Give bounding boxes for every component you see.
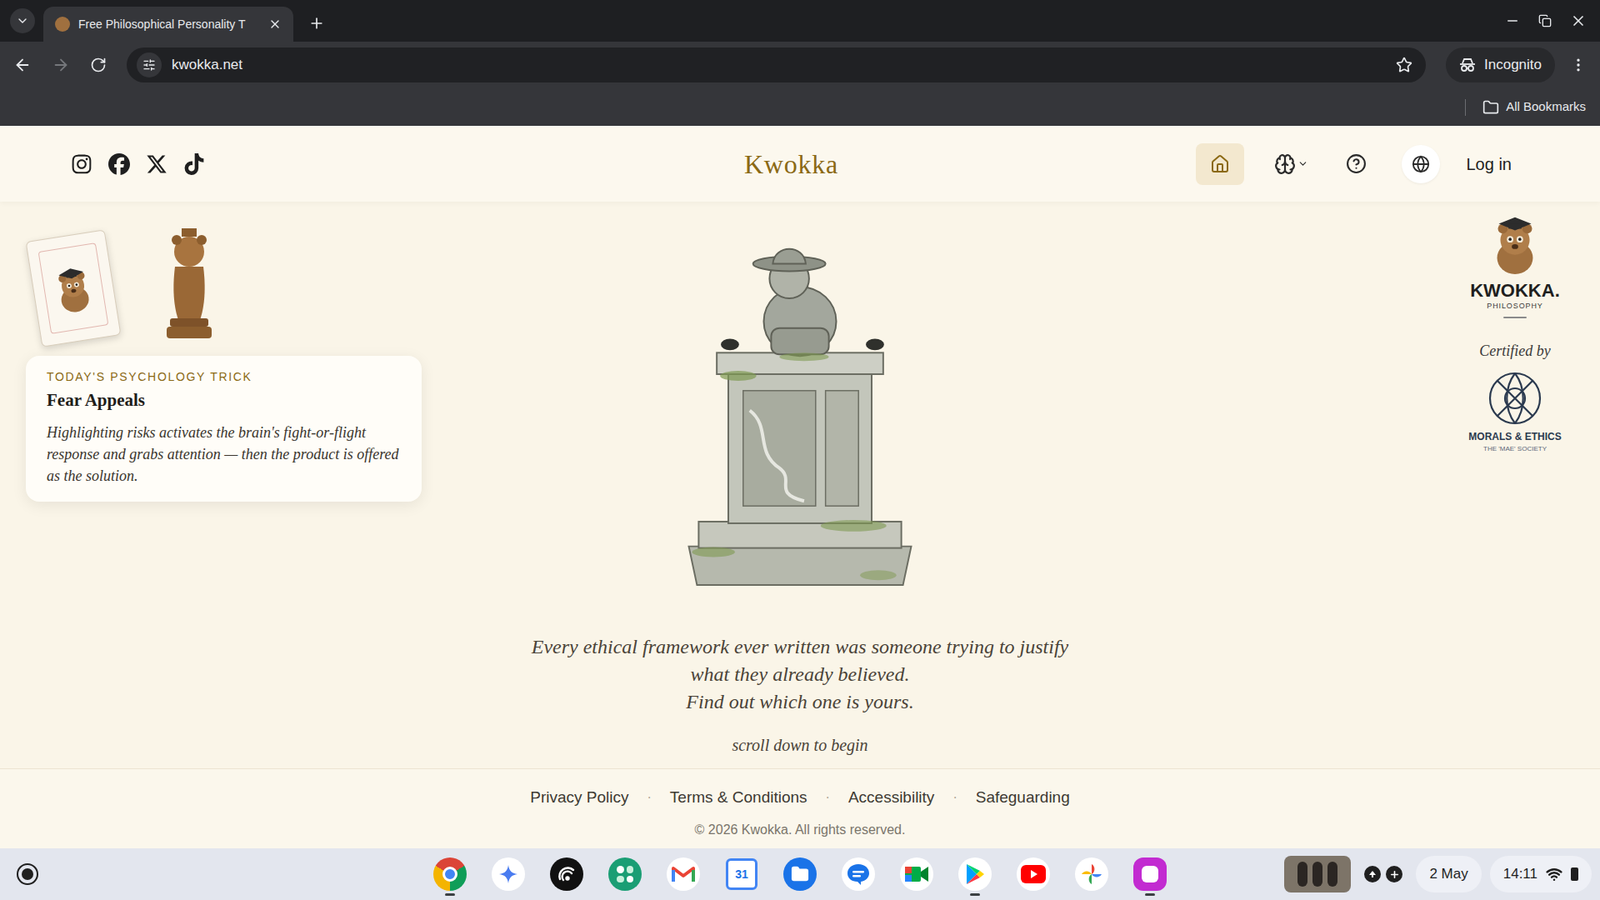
footer-separator: · bbox=[647, 787, 652, 808]
play-app-icon[interactable] bbox=[955, 851, 995, 897]
trick-body: Highlighting risks activates the brain's… bbox=[46, 421, 401, 487]
incognito-label: Incognito bbox=[1484, 54, 1542, 76]
question-icon bbox=[1345, 153, 1367, 175]
philosophy-menu-button[interactable] bbox=[1270, 143, 1312, 185]
footer-separator: · bbox=[825, 787, 830, 808]
society-subtitle: THE 'MAE' SOCIETY bbox=[1483, 444, 1547, 455]
files-app-icon[interactable] bbox=[780, 851, 820, 897]
clock: 14:11 bbox=[1503, 863, 1538, 885]
web-page: Kwokka Log in TODAY'S PSYCHOLOGY TRICKFear… bbox=[0, 125, 1600, 849]
photos-app-icon[interactable] bbox=[1071, 851, 1112, 897]
psychology-trick-card: TODAY'S PSYCHOLOGY TRICKFear Appeals High… bbox=[25, 355, 422, 502]
all-bookmarks-button[interactable]: All Bookmarks bbox=[1482, 97, 1586, 117]
trick-title: Fear Appeals bbox=[46, 387, 401, 415]
footer-separator: · bbox=[952, 787, 957, 808]
tab-strip: Free Philosophical Personality T bbox=[0, 0, 1600, 42]
bookmark-star-icon[interactable] bbox=[1395, 56, 1413, 74]
upload-status-icon[interactable] bbox=[1364, 865, 1381, 883]
gmail-app-icon[interactable] bbox=[663, 851, 704, 897]
certification-badge: KWOKKA.PHILOSOPHY Certified by MORALS & ET… bbox=[1460, 210, 1570, 769]
playing-card-illustration bbox=[25, 229, 122, 347]
help-button[interactable] bbox=[1338, 143, 1375, 185]
incognito-icon bbox=[1459, 57, 1476, 73]
chrome-app-icon[interactable] bbox=[430, 851, 470, 897]
close-tab-icon[interactable] bbox=[268, 17, 282, 31]
back-icon[interactable] bbox=[13, 55, 32, 75]
launcher-button[interactable] bbox=[16, 863, 39, 885]
site-settings-icon[interactable] bbox=[142, 58, 156, 72]
chess-king-illustration bbox=[163, 226, 215, 342]
instagram-icon[interactable] bbox=[70, 153, 93, 175]
incognito-badge[interactable]: Incognito bbox=[1445, 47, 1555, 83]
holding-space-thumbnail[interactable] bbox=[1284, 855, 1351, 893]
menu-icon[interactable] bbox=[1570, 56, 1587, 74]
canvas-app-icon[interactable] bbox=[1130, 851, 1170, 897]
globe-icon bbox=[1411, 155, 1430, 174]
society-name: MORALS & ETHICS bbox=[1468, 429, 1561, 445]
footer-link[interactable]: Accessibility bbox=[848, 785, 935, 810]
quokka-mascot-icon bbox=[1482, 210, 1548, 276]
browser-tab[interactable]: Free Philosophical Personality T bbox=[43, 6, 294, 42]
tab-title: Free Philosophical Personality T bbox=[78, 15, 260, 34]
calendar-app-icon[interactable]: 31 bbox=[721, 851, 762, 897]
tagline: Every ethical framework ever written was… bbox=[531, 633, 1070, 716]
site-title[interactable]: Kwokka bbox=[744, 144, 839, 185]
bookmarks-bar: All Bookmarks bbox=[0, 88, 1600, 126]
wifi-icon bbox=[1545, 865, 1563, 883]
forward-icon[interactable] bbox=[51, 55, 70, 75]
open-indicator bbox=[970, 893, 980, 896]
tiktok-icon[interactable] bbox=[183, 153, 205, 175]
apps-app-icon[interactable] bbox=[605, 851, 645, 897]
open-indicator bbox=[1145, 893, 1155, 896]
facebook-icon[interactable] bbox=[108, 153, 130, 175]
chevron-down-icon bbox=[1297, 158, 1309, 170]
language-button[interactable] bbox=[1401, 145, 1440, 184]
gemini-app-icon[interactable] bbox=[488, 851, 529, 897]
restore-icon[interactable] bbox=[1538, 14, 1552, 28]
brain-icon bbox=[1274, 153, 1296, 175]
reload-icon[interactable] bbox=[90, 56, 107, 74]
close-window-icon[interactable] bbox=[1570, 12, 1587, 30]
brand-name: KWOKKA. bbox=[1470, 280, 1560, 301]
site-footer: Privacy Policy · Terms & Conditions · Access… bbox=[0, 768, 1600, 849]
footer-link[interactable]: Privacy Policy bbox=[530, 785, 629, 810]
footer-link[interactable]: Terms & Conditions bbox=[670, 785, 808, 810]
battery-icon bbox=[1570, 867, 1579, 881]
date-pill[interactable]: 2 May bbox=[1415, 855, 1481, 893]
society-logo-icon bbox=[1487, 370, 1543, 426]
folder-icon bbox=[1482, 99, 1500, 116]
certified-by: Certified by bbox=[1479, 340, 1550, 363]
browser-toolbar: kwokka.net Incognito bbox=[0, 41, 1600, 89]
x-icon[interactable] bbox=[145, 153, 168, 175]
scroll-hint[interactable]: scroll down to begin bbox=[731, 732, 868, 758]
messages-app-icon[interactable] bbox=[838, 851, 879, 897]
open-indicator bbox=[445, 893, 455, 896]
add-status-icon[interactable] bbox=[1385, 865, 1403, 883]
favicon-icon bbox=[55, 16, 70, 32]
screen: Free Philosophical Personality T kwokka.n… bbox=[0, 0, 1600, 900]
trick-label: TODAY'S PSYCHOLOGY TRICK bbox=[46, 368, 401, 386]
status-tray[interactable]: 14:11 bbox=[1490, 855, 1592, 893]
url-text: kwokka.net bbox=[171, 54, 1386, 76]
hero: TODAY'S PSYCHOLOGY TRICKFear Appeals High… bbox=[0, 201, 1600, 769]
podcast-app-icon[interactable] bbox=[546, 851, 587, 897]
footer-link[interactable]: Safeguarding bbox=[975, 785, 1070, 810]
tab-search-button[interactable] bbox=[10, 8, 35, 34]
chevron-down-icon bbox=[15, 14, 30, 28]
new-tab-icon[interactable] bbox=[308, 15, 325, 32]
copyright: © 2026 Kwokka. All rights reserved. bbox=[695, 820, 906, 840]
address-bar[interactable]: kwokka.net bbox=[126, 47, 1426, 83]
quokka-mascot-icon bbox=[45, 260, 103, 318]
login-button[interactable]: Log in bbox=[1466, 151, 1513, 177]
home-button[interactable] bbox=[1195, 143, 1245, 185]
os-shelf: 31 2 May 14:11 bbox=[0, 848, 1600, 900]
statue-illustration bbox=[679, 229, 921, 592]
meet-app-icon[interactable] bbox=[896, 851, 937, 897]
youtube-app-icon[interactable] bbox=[1013, 851, 1054, 897]
minimize-icon[interactable] bbox=[1505, 13, 1520, 29]
site-header: Kwokka Log in bbox=[0, 125, 1600, 202]
house-icon bbox=[1210, 154, 1230, 175]
brand-subtitle: PHILOSOPHY bbox=[1486, 300, 1544, 313]
